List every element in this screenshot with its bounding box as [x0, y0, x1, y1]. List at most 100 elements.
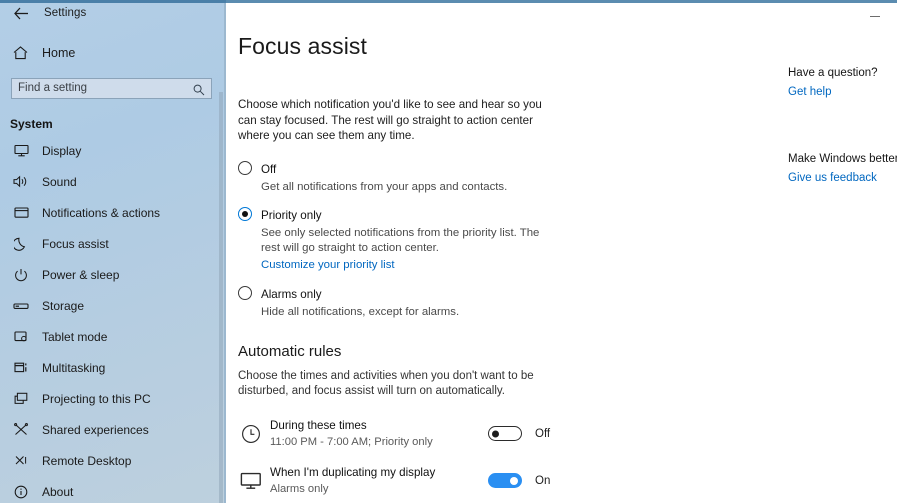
sidebar-item-label: Notifications & actions	[42, 205, 161, 220]
sidebar-item-shared-experiences[interactable]: Shared experiences	[0, 414, 224, 445]
sidebar-item-label: Projecting to this PC	[42, 391, 151, 406]
rule-title: When I'm duplicating my display	[270, 465, 436, 479]
back-button[interactable]	[8, 2, 34, 24]
rule-subtitle: Alarms only	[270, 482, 329, 495]
page-title: Focus assist	[238, 33, 368, 59]
intro-text: Choose which notification you'd like to …	[238, 98, 542, 142]
sidebar-item-projecting[interactable]: Projecting to this PC	[0, 383, 224, 414]
search-placeholder: Find a setting	[18, 82, 88, 94]
search-input[interactable]: Find a setting	[11, 78, 212, 99]
radio-text-wrapper: Off Get all notifications from your apps…	[261, 160, 561, 195]
sidebar-section-system: System	[10, 117, 53, 131]
rule-subtitle: 11:00 PM - 7:00 AM; Priority only	[270, 435, 433, 448]
rule-toggle-wrapper: Off	[488, 426, 558, 441]
settings-window: Settings Home Find a setting System Disp…	[0, 0, 897, 503]
projecting-icon	[11, 390, 31, 408]
rule-duplicating-display[interactable]: When I'm duplicating my display Alarms o…	[238, 463, 558, 499]
sidebar-item-power-sleep[interactable]: Power & sleep	[0, 259, 224, 290]
minimize-button[interactable]	[852, 3, 897, 29]
sidebar-item-remote-desktop[interactable]: Remote Desktop	[0, 445, 224, 476]
content-area: Focus assist Choose which notification y…	[226, 3, 897, 503]
automatic-rules-title: Automatic rules	[238, 342, 342, 360]
sidebar-item-label: Focus assist	[42, 236, 109, 251]
automatic-rules-description: Choose the times and activities when you…	[238, 369, 534, 398]
radio-description: Get all notifications from your apps and…	[261, 180, 508, 193]
main-column: Choose which notification you'd like to …	[238, 97, 568, 503]
toggle-state-label: Off	[535, 427, 551, 440]
radio-text-wrapper: Priority only See only selected notifica…	[261, 206, 561, 273]
radio-label: Off	[261, 162, 277, 176]
rule-title: During these times	[270, 418, 367, 432]
rail-heading: Make Windows better	[788, 153, 897, 165]
info-icon	[11, 483, 31, 501]
home-icon	[9, 43, 31, 63]
sidebar-item-focus-assist[interactable]: Focus assist	[0, 228, 224, 259]
search-wrapper: Find a setting	[11, 78, 214, 99]
rail-block-feedback: Make Windows better Give us feedback	[788, 152, 897, 186]
give-feedback-link[interactable]: Give us feedback	[788, 171, 897, 186]
sidebar-item-label: Shared experiences	[42, 422, 149, 437]
home-label: Home	[42, 46, 76, 60]
radio-indicator	[238, 286, 252, 300]
rail-heading: Have a question?	[788, 67, 878, 79]
rule-text-wrapper: When I'm duplicating my display Alarms o…	[270, 466, 484, 496]
back-arrow-icon	[13, 7, 28, 19]
info-rail: Have a question? Get help Make Windows b…	[788, 66, 897, 186]
radio-indicator	[238, 207, 252, 221]
focus-mode-radio-group: Off Get all notifications from your apps…	[238, 160, 568, 320]
toggle-switch[interactable]	[488, 426, 522, 441]
customize-priority-list-link[interactable]: Customize your priority list	[261, 258, 395, 273]
sidebar-item-label: Storage	[42, 298, 85, 313]
sidebar-item-label: Tablet mode	[42, 329, 108, 344]
sidebar-scrollbar[interactable]	[219, 92, 223, 503]
toggle-knob	[510, 476, 518, 485]
navigation-pane: Settings Home Find a setting System Disp…	[0, 0, 224, 503]
rule-text-wrapper: During these times 11:00 PM - 7:00 AM; P…	[270, 419, 484, 449]
radio-indicator	[238, 160, 252, 175]
sidebar-item-storage[interactable]: Storage	[0, 290, 224, 321]
speaker-icon	[11, 173, 31, 191]
sidebar-item-sound[interactable]: Sound	[0, 166, 224, 197]
sidebar-item-label: Display	[42, 143, 82, 158]
rule-toggle-wrapper: On	[488, 473, 558, 488]
radio-option-off[interactable]: Off Get all notifications from your apps…	[238, 160, 568, 195]
toggle-state-label: On	[535, 474, 551, 487]
radio-label: Priority only	[261, 209, 322, 222]
radio-option-alarms-only[interactable]: Alarms only Hide all notifications, exce…	[238, 285, 568, 320]
power-icon	[11, 266, 31, 284]
sidebar-item-display[interactable]: Display	[0, 135, 224, 166]
sidebar-item-label: Multitasking	[42, 360, 106, 375]
moon-icon	[11, 235, 31, 253]
radio-label: Alarms only	[261, 288, 322, 301]
toggle-knob	[492, 430, 499, 437]
sidebar-item-home[interactable]: Home	[0, 39, 224, 67]
search-icon	[193, 83, 205, 95]
sidebar-divider	[224, 3, 226, 503]
monitor-icon	[238, 468, 264, 494]
radio-option-priority-only[interactable]: Priority only See only selected notifica…	[238, 206, 568, 273]
sidebar-item-notifications[interactable]: Notifications & actions	[0, 197, 224, 228]
minimize-icon	[869, 15, 880, 17]
rule-during-these-times[interactable]: During these times 11:00 PM - 7:00 AM; P…	[238, 416, 558, 452]
sidebar-item-label: Power & sleep	[42, 267, 120, 282]
sidebar-item-tablet-mode[interactable]: Tablet mode	[0, 321, 224, 352]
shared-experiences-icon	[11, 421, 31, 439]
sidebar-item-multitasking[interactable]: Multitasking	[0, 352, 224, 383]
notification-icon	[11, 204, 31, 222]
sidebar-item-about[interactable]: About	[0, 476, 224, 503]
radio-description: Hide all notifications, except for alarm…	[261, 306, 460, 318]
monitor-icon	[11, 142, 31, 160]
multitasking-icon	[11, 359, 31, 377]
sidebar-item-label: About	[42, 484, 74, 499]
radio-description: See only selected notifications from the…	[261, 227, 540, 254]
sidebar-nav-list: Display Sound Notifications & actions Fo…	[0, 135, 224, 503]
titlebar: Settings	[0, 0, 224, 26]
get-help-link[interactable]: Get help	[788, 85, 897, 100]
radio-text-wrapper: Alarms only Hide all notifications, exce…	[261, 285, 561, 320]
window-top-accent-left	[0, 0, 226, 3]
toggle-switch[interactable]	[488, 473, 522, 488]
automatic-rules-list: During these times 11:00 PM - 7:00 AM; P…	[238, 416, 558, 503]
storage-icon	[11, 297, 31, 315]
remote-desktop-icon	[11, 452, 31, 470]
app-title: Settings	[44, 7, 87, 19]
